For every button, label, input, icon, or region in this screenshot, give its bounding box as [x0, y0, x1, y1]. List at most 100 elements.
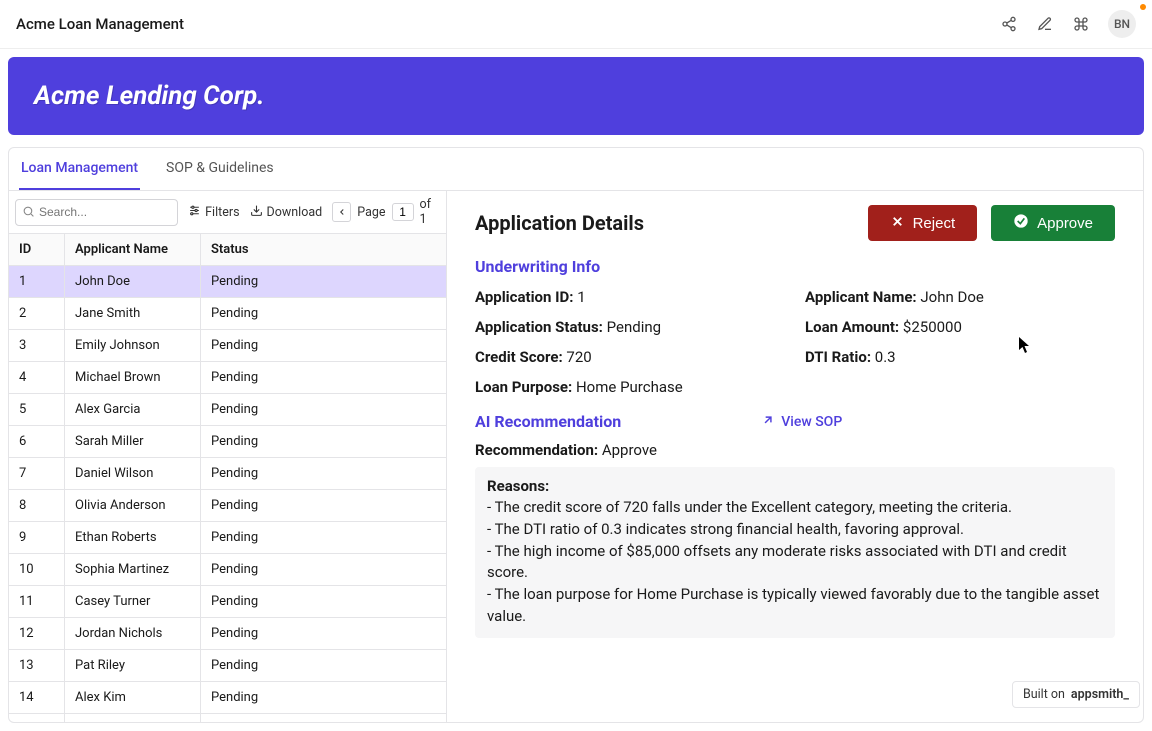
tab-sop-guidelines[interactable]: SOP & Guidelines: [164, 148, 276, 190]
label: Loan Purpose:: [475, 378, 572, 396]
filters-button[interactable]: Filters: [188, 204, 239, 221]
table-row[interactable]: 2Jane SmithPending: [9, 298, 446, 330]
table-row[interactable]: 10Sophia MartinezPending: [9, 554, 446, 586]
cell-name: Sam Rivera: [65, 714, 201, 722]
col-id-header[interactable]: ID: [9, 234, 65, 265]
search-input-wrap[interactable]: [15, 199, 178, 226]
table-row[interactable]: 4Michael BrownPending: [9, 362, 446, 394]
ai-recommendation-title: AI Recommendation: [475, 412, 621, 431]
main-split: Filters Download Page of: [9, 191, 1143, 722]
table-body: 1John DoePending2Jane SmithPending3Emily…: [9, 266, 446, 722]
edit-icon[interactable]: [1036, 15, 1054, 33]
reject-button[interactable]: Reject: [868, 205, 978, 241]
x-icon: [890, 214, 905, 233]
check-circle-icon: [1013, 213, 1029, 233]
detail-pane: Application Details Reject A: [447, 191, 1143, 722]
table-row[interactable]: 8Olivia AndersonPending: [9, 490, 446, 522]
table-toolbar: Filters Download Page of: [9, 191, 446, 233]
cell-name: Daniel Wilson: [65, 458, 201, 489]
reasons-title: Reasons:: [487, 477, 1103, 495]
cell-id: 7: [9, 458, 65, 489]
cell-id: 5: [9, 394, 65, 425]
cell-id: 3: [9, 330, 65, 361]
recommendation-label: Recommendation:: [475, 441, 598, 459]
built-on-badge[interactable]: Built on appsmith_: [1012, 681, 1140, 708]
tab-loan-management[interactable]: Loan Management: [19, 148, 140, 190]
label: Application Status:: [475, 318, 603, 336]
cell-name: Alex Garcia: [65, 394, 201, 425]
search-icon: [22, 203, 35, 222]
cell-id: 10: [9, 554, 65, 585]
col-status-header[interactable]: Status: [201, 234, 446, 265]
approve-button[interactable]: Approve: [991, 205, 1115, 241]
label: Application ID:: [475, 288, 574, 306]
view-sop-link[interactable]: View SOP: [761, 413, 842, 431]
unread-dot: [1140, 4, 1146, 10]
reason-line: - The credit score of 720 falls under th…: [487, 497, 1103, 519]
cell-name: Pat Riley: [65, 650, 201, 681]
cell-id: 8: [9, 490, 65, 521]
cell-status: Pending: [201, 682, 446, 713]
reject-label: Reject: [913, 215, 956, 232]
page-input[interactable]: [392, 203, 414, 221]
cell-name: Emily Johnson: [65, 330, 201, 361]
reasons-list: - The credit score of 720 falls under th…: [487, 497, 1103, 628]
reason-line: - The high income of $85,000 offsets any…: [487, 541, 1103, 585]
cell-status: Pending: [201, 426, 446, 457]
table-row[interactable]: 13Pat RileyPending: [9, 650, 446, 682]
app-title: Acme Loan Management: [16, 15, 184, 33]
value: $250000: [903, 318, 962, 336]
detail-title: Application Details: [475, 211, 644, 235]
cell-status: Pending: [201, 362, 446, 393]
cell-name: Jane Smith: [65, 298, 201, 329]
col-name-header[interactable]: Applicant Name: [65, 234, 201, 265]
table-row[interactable]: 14Alex KimPending: [9, 682, 446, 714]
company-banner: Acme Lending Corp.: [8, 57, 1144, 135]
cell-id: 15: [9, 714, 65, 722]
download-label: Download: [267, 205, 323, 220]
cell-id: 6: [9, 426, 65, 457]
cell-id: 4: [9, 362, 65, 393]
content-area: Acme Lending Corp. Loan Management SOP & …: [0, 49, 1152, 731]
table-row[interactable]: 11Casey TurnerPending: [9, 586, 446, 618]
cell-name: John Doe: [65, 266, 201, 297]
pager-prev-button[interactable]: [332, 202, 351, 222]
table-row[interactable]: 9Ethan RobertsPending: [9, 522, 446, 554]
field-loan-purpose: Loan Purpose: Home Purchase: [475, 378, 785, 396]
table-row[interactable]: 12Jordan NicholsPending: [9, 618, 446, 650]
reason-line: - The loan purpose for Home Purchase is …: [487, 584, 1103, 628]
cell-status: Pending: [201, 330, 446, 361]
cell-name: Michael Brown: [65, 362, 201, 393]
share-icon[interactable]: [1000, 15, 1018, 33]
label: Loan Amount:: [805, 318, 899, 336]
field-loan-amount: Loan Amount: $250000: [805, 318, 1115, 336]
table-header: ID Applicant Name Status: [9, 233, 446, 266]
download-button[interactable]: Download: [250, 204, 323, 221]
table-row[interactable]: 7Daniel WilsonPending: [9, 458, 446, 490]
avatar[interactable]: BN: [1108, 10, 1136, 38]
value: John Doe: [920, 288, 983, 306]
value: Home Purchase: [576, 378, 683, 396]
detail-header: Application Details Reject A: [475, 205, 1115, 241]
table-row[interactable]: 5Alex GarciaPending: [9, 394, 446, 426]
arrow-up-right-icon: [761, 413, 775, 431]
field-applicant-name: Applicant Name: John Doe: [805, 288, 1115, 306]
table-row[interactable]: 1John DoePending: [9, 266, 446, 298]
field-application-id: Application ID: 1: [475, 288, 785, 306]
table-row[interactable]: 15Sam RiveraPending: [9, 714, 446, 722]
field-dti-ratio: DTI Ratio: 0.3: [805, 348, 1115, 366]
cell-status: Pending: [201, 522, 446, 553]
view-sop-label: View SOP: [781, 414, 842, 430]
built-on-label: Built on: [1023, 687, 1065, 702]
search-input[interactable]: [39, 205, 171, 219]
cell-id: 13: [9, 650, 65, 681]
cell-status: Pending: [201, 618, 446, 649]
table-row[interactable]: 3Emily JohnsonPending: [9, 330, 446, 362]
value: Pending: [607, 318, 661, 336]
cell-id: 14: [9, 682, 65, 713]
pager-page-label: Page: [357, 205, 385, 220]
cell-id: 2: [9, 298, 65, 329]
label: Credit Score:: [475, 348, 563, 366]
table-row[interactable]: 6Sarah MillerPending: [9, 426, 446, 458]
command-icon[interactable]: [1072, 15, 1090, 33]
